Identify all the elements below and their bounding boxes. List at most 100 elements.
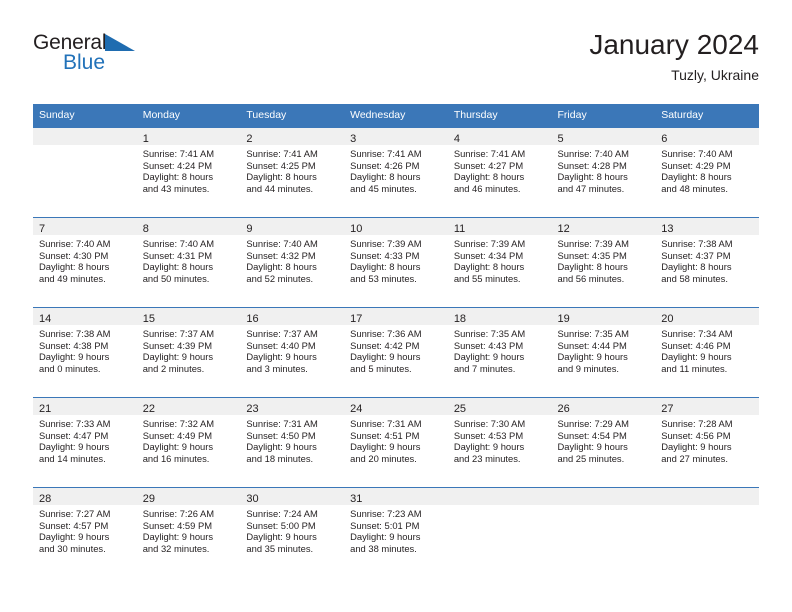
calendar-cell[interactable]: 28 Sunrise: 7:27 AM Sunset: 4:57 PM Dayligh… — [33, 487, 137, 577]
calendar-cell[interactable]: 3 Sunrise: 7:41 AM Sunset: 4:26 PM Daylight… — [344, 127, 448, 217]
day-details: Sunrise: 7:39 AM Sunset: 4:34 PM Daylight:… — [448, 235, 552, 284]
detail-daylight-line1: Daylight: 8 hours — [350, 171, 421, 183]
day-number: 4 — [453, 133, 460, 145]
detail-daylight-line2: and 35 minutes. — [246, 542, 314, 554]
calendar-cell[interactable]: 23 Sunrise: 7:31 AM Sunset: 4:50 PM Dayligh… — [240, 397, 345, 487]
day-cell: 2 Sunrise: 7:41 AM Sunset: 4:25 PM Daylight… — [240, 127, 345, 217]
day-number-band — [655, 488, 759, 505]
detail-daylight-line1: Daylight: 9 hours — [557, 441, 628, 453]
day-details: Sunrise: 7:23 AM Sunset: 5:01 PM Daylight:… — [344, 505, 448, 554]
day-cell: 6 Sunrise: 7:40 AM Sunset: 4:29 PM Daylight… — [655, 127, 759, 217]
day-number-band: 11 — [447, 218, 552, 235]
calendar-cell[interactable]: 17 Sunrise: 7:36 AM Sunset: 4:42 PM Dayligh… — [344, 307, 448, 397]
detail-daylight-line1: Daylight: 9 hours — [142, 441, 214, 453]
calendar-cell[interactable]: 19 Sunrise: 7:35 AM Sunset: 4:44 PM Dayligh… — [551, 307, 656, 397]
detail-sunset: Sunset: 4:40 PM — [246, 339, 316, 351]
calendar-cell[interactable]: 11 Sunrise: 7:39 AM Sunset: 4:34 PM Dayligh… — [447, 217, 552, 307]
detail-daylight-line2: and 14 minutes. — [39, 452, 106, 464]
detail-daylight-line2: and 9 minutes. — [557, 362, 620, 374]
detail-sunset: Sunset: 4:24 PM — [142, 159, 213, 171]
detail-daylight-line1: Daylight: 9 hours — [350, 531, 421, 543]
day-cell: 28 Sunrise: 7:27 AM Sunset: 4:57 PM Dayligh… — [33, 487, 137, 577]
calendar-cell[interactable]: 31 Sunrise: 7:23 AM Sunset: 5:01 PM Dayligh… — [344, 487, 448, 577]
detail-sunset: Sunset: 4:39 PM — [142, 339, 213, 351]
day-cell: 20 Sunrise: 7:34 AM Sunset: 4:46 PM Dayligh… — [655, 307, 759, 397]
calendar-cell[interactable]: 22 Sunrise: 7:32 AM Sunset: 4:49 PM Dayligh… — [136, 397, 241, 487]
detail-daylight-line2: and 30 minutes. — [39, 542, 106, 554]
detail-daylight-line1: Daylight: 9 hours — [246, 531, 317, 543]
day-number: 6 — [661, 133, 668, 145]
calendar-cell[interactable]: 13 Sunrise: 7:38 AM Sunset: 4:37 PM Dayligh… — [655, 217, 759, 307]
triangle-icon — [105, 33, 136, 56]
day-details — [552, 505, 656, 508]
calendar-cell[interactable]: 15 Sunrise: 7:37 AM Sunset: 4:39 PM Dayligh… — [136, 307, 241, 397]
calendar-cell[interactable]: 21 Sunrise: 7:33 AM Sunset: 4:47 PM Dayligh… — [33, 397, 137, 487]
day-number-band: 21 — [33, 398, 137, 415]
day-number-band: 19 — [551, 308, 656, 325]
calendar-cell[interactable]: 27 Sunrise: 7:28 AM Sunset: 4:56 PM Dayligh… — [655, 397, 759, 487]
day-number: 21 — [39, 403, 52, 415]
weekday-header-monday: Monday — [136, 104, 241, 127]
calendar-cell[interactable]: 29 Sunrise: 7:26 AM Sunset: 4:59 PM Dayligh… — [136, 487, 241, 577]
day-cell: 14 Sunrise: 7:38 AM Sunset: 4:38 PM Dayligh… — [33, 307, 137, 397]
detail-daylight-line2: and 7 minutes. — [453, 362, 516, 374]
calendar-cell[interactable]: 20 Sunrise: 7:34 AM Sunset: 4:46 PM Dayligh… — [655, 307, 759, 397]
calendar-cell[interactable]: 18 Sunrise: 7:35 AM Sunset: 4:43 PM Dayligh… — [447, 307, 552, 397]
detail-daylight-line1: Daylight: 8 hours — [350, 261, 421, 273]
day-number-band: 15 — [136, 308, 241, 325]
day-number-band — [551, 488, 656, 505]
calendar-cell[interactable]: 7 Sunrise: 7:40 AM Sunset: 4:30 PM Daylight… — [33, 217, 137, 307]
calendar-cell[interactable]: 16 Sunrise: 7:37 AM Sunset: 4:40 PM Dayligh… — [240, 307, 345, 397]
day-cell: 31 Sunrise: 7:23 AM Sunset: 5:01 PM Dayligh… — [344, 487, 448, 577]
calendar-cell[interactable]: 1 Sunrise: 7:41 AM Sunset: 4:24 PM Daylight… — [136, 127, 241, 217]
calendar-cell[interactable]: 4 Sunrise: 7:41 AM Sunset: 4:27 PM Daylight… — [447, 127, 552, 217]
day-details: Sunrise: 7:30 AM Sunset: 4:53 PM Daylight:… — [448, 415, 552, 464]
calendar-grid: Sunday Monday Tuesday Wednesday Thursday… — [33, 104, 759, 577]
day-number: 15 — [142, 313, 155, 325]
detail-daylight-line1: Daylight: 9 hours — [557, 351, 628, 363]
day-cell — [33, 127, 137, 217]
detail-daylight-line2: and 56 minutes. — [557, 272, 625, 284]
day-number-band: 6 — [655, 128, 759, 145]
day-number: 10 — [350, 223, 363, 235]
calendar-cell[interactable]: 2 Sunrise: 7:41 AM Sunset: 4:25 PM Daylight… — [240, 127, 345, 217]
calendar-cell[interactable]: 30 Sunrise: 7:24 AM Sunset: 5:00 PM Dayligh… — [240, 487, 345, 577]
calendar-cell[interactable]: 10 Sunrise: 7:39 AM Sunset: 4:33 PM Dayligh… — [344, 217, 448, 307]
detail-daylight-line2: and 25 minutes. — [557, 452, 625, 464]
day-cell: 26 Sunrise: 7:29 AM Sunset: 4:54 PM Dayligh… — [551, 397, 656, 487]
day-cell: 27 Sunrise: 7:28 AM Sunset: 4:56 PM Dayligh… — [655, 397, 759, 487]
detail-sunset: Sunset: 4:50 PM — [246, 429, 316, 441]
day-number-band: 17 — [344, 308, 448, 325]
detail-daylight-line1: Daylight: 8 hours — [557, 261, 628, 273]
calendar-cell[interactable]: 6 Sunrise: 7:40 AM Sunset: 4:29 PM Daylight… — [655, 127, 759, 217]
detail-daylight-line2: and 2 minutes. — [142, 362, 205, 374]
detail-daylight-line1: Daylight: 9 hours — [661, 351, 732, 363]
calendar-cell[interactable]: 25 Sunrise: 7:30 AM Sunset: 4:53 PM Dayligh… — [447, 397, 552, 487]
day-cell: 13 Sunrise: 7:38 AM Sunset: 4:37 PM Dayligh… — [655, 217, 759, 307]
calendar-cell[interactable]: 12 Sunrise: 7:39 AM Sunset: 4:35 PM Dayligh… — [551, 217, 656, 307]
day-number: 13 — [661, 223, 674, 235]
calendar-cell[interactable]: 14 Sunrise: 7:38 AM Sunset: 4:38 PM Dayligh… — [33, 307, 137, 397]
general-blue-logo[interactable]: General Blue — [33, 32, 223, 88]
detail-sunset: Sunset: 4:27 PM — [453, 159, 524, 171]
day-details: Sunrise: 7:40 AM Sunset: 4:30 PM Daylight:… — [33, 235, 137, 284]
detail-sunrise: Sunrise: 7:39 AM — [557, 238, 629, 249]
detail-daylight-line1: Daylight: 9 hours — [453, 351, 525, 363]
detail-sunset: Sunset: 4:37 PM — [661, 249, 731, 261]
calendar-cell[interactable]: 8 Sunrise: 7:40 AM Sunset: 4:31 PM Daylight… — [136, 217, 241, 307]
detail-sunset: Sunset: 4:57 PM — [39, 519, 109, 531]
day-number-band: 26 — [551, 398, 656, 415]
day-details: Sunrise: 7:41 AM Sunset: 4:25 PM Daylight:… — [240, 145, 344, 194]
calendar-cell[interactable]: 9 Sunrise: 7:40 AM Sunset: 4:32 PM Daylight… — [240, 217, 345, 307]
detail-sunrise: Sunrise: 7:35 AM — [557, 328, 629, 339]
day-details: Sunrise: 7:41 AM Sunset: 4:24 PM Daylight:… — [137, 145, 241, 194]
day-number-band: 16 — [240, 308, 345, 325]
detail-daylight-line1: Daylight: 8 hours — [557, 171, 628, 183]
calendar-cell[interactable]: 24 Sunrise: 7:31 AM Sunset: 4:51 PM Dayligh… — [344, 397, 448, 487]
calendar-cell[interactable]: 26 Sunrise: 7:29 AM Sunset: 4:54 PM Dayligh… — [551, 397, 656, 487]
weekday-header-wednesday: Wednesday — [344, 104, 448, 127]
detail-daylight-line1: Daylight: 8 hours — [142, 261, 214, 273]
detail-sunset: Sunset: 4:42 PM — [350, 339, 420, 351]
calendar-cell[interactable]: 5 Sunrise: 7:40 AM Sunset: 4:28 PM Daylight… — [551, 127, 656, 217]
day-details: Sunrise: 7:35 AM Sunset: 4:43 PM Daylight:… — [448, 325, 552, 374]
